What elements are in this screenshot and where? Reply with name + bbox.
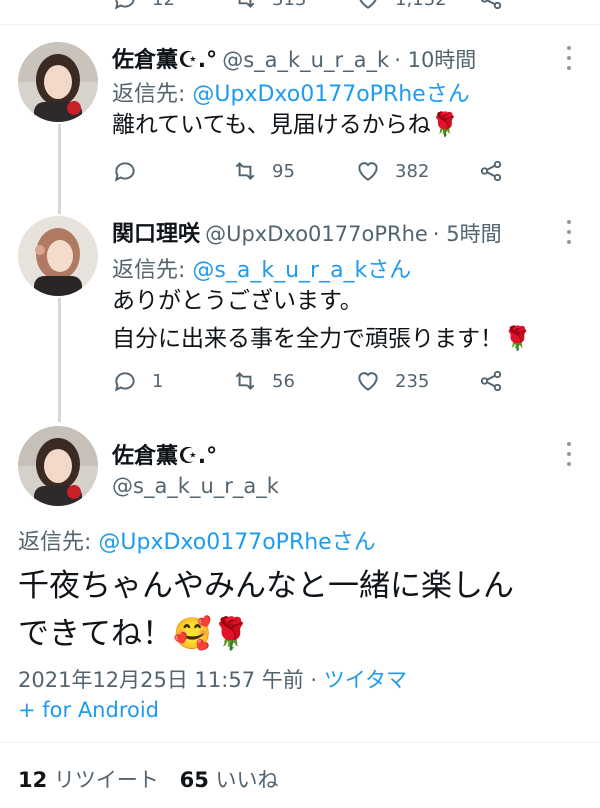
retweet-icon bbox=[235, 162, 255, 180]
share-icon bbox=[480, 160, 502, 182]
reply-to-handle[interactable]: @UpxDxo0177oPRheさん bbox=[98, 530, 375, 555]
retweet-button[interactable]: 56 bbox=[232, 368, 295, 394]
reply-button[interactable]: 1 bbox=[112, 368, 163, 394]
reply-icon bbox=[114, 162, 135, 182]
user-handle[interactable]: @s_a_k_u_r_a_k bbox=[222, 48, 389, 72]
tweet-text-line-1: ありがとうございます。 bbox=[112, 288, 363, 314]
display-name[interactable]: 佐倉薫☪︎.° bbox=[112, 48, 217, 73]
retweet-count: 12 bbox=[18, 768, 48, 792]
timestamp[interactable]: · 5時間 bbox=[433, 222, 502, 246]
retweet-label: リツイート bbox=[47, 768, 159, 792]
like-count: 65 bbox=[179, 768, 209, 792]
like-button[interactable]: 235 bbox=[355, 368, 429, 394]
tweet-timestamp-line: 2021年12月25日 11:57 午前 · ツイタマ bbox=[18, 664, 407, 694]
reply-button[interactable] bbox=[112, 158, 138, 184]
tweet-timestamp[interactable]: 2021年12月25日 11:57 午前 · bbox=[18, 668, 324, 692]
tweet-text-line-2: 自分に出来る事を全力で頑張ります！🌹 bbox=[112, 326, 532, 352]
share-icon bbox=[480, 0, 502, 10]
avatar-image bbox=[18, 216, 98, 296]
like-count: 382 bbox=[395, 160, 430, 182]
retweet-count: 56 bbox=[272, 370, 295, 392]
retweets-stat[interactable]: 12 リツイート bbox=[18, 768, 159, 792]
tweet-text-line-2: できてね！🥰🌹 bbox=[18, 616, 251, 652]
retweet-count: 95 bbox=[272, 160, 295, 182]
reply-icon bbox=[114, 372, 135, 392]
retweet-count: 313 bbox=[272, 0, 306, 10]
thread-connector bbox=[58, 124, 61, 214]
reply-to-prefix: 返信先: bbox=[18, 530, 99, 555]
heart-icon bbox=[358, 372, 378, 391]
timestamp[interactable]: · 10時間 bbox=[394, 48, 476, 72]
display-name[interactable]: 佐倉薫☪︎.° bbox=[112, 438, 217, 470]
share-button[interactable] bbox=[478, 158, 504, 184]
like-label: いいね bbox=[208, 768, 279, 792]
engagement-stats: 12 リツイート 65 いいね bbox=[18, 764, 279, 794]
more-options-icon[interactable] bbox=[566, 46, 572, 70]
avatar[interactable] bbox=[18, 216, 98, 296]
tweet-header: 関口理咲 @UpxDxo0177oPRhe · 5時間 bbox=[112, 216, 502, 248]
source-app-link-continued[interactable]: + for Android bbox=[18, 698, 159, 722]
like-button[interactable]: 382 bbox=[355, 158, 429, 184]
reply-to-line: 返信先: @UpxDxo0177oPRheさん bbox=[18, 524, 376, 556]
reply-button[interactable]: 12 bbox=[112, 0, 175, 12]
share-button[interactable] bbox=[478, 368, 504, 394]
share-icon bbox=[480, 370, 502, 392]
source-app-link[interactable]: ツイタマ bbox=[324, 668, 407, 692]
retweet-icon bbox=[235, 372, 255, 390]
reply-count: 12 bbox=[152, 0, 175, 10]
more-options-icon[interactable] bbox=[566, 442, 572, 466]
tweet-text: 離れていても、見届けるからね🌹 bbox=[112, 112, 460, 138]
heart-icon bbox=[358, 162, 378, 181]
reply-icon bbox=[114, 0, 135, 10]
divider bbox=[0, 742, 600, 743]
heart-icon bbox=[359, 0, 377, 9]
avatar[interactable] bbox=[18, 42, 98, 122]
like-count: 235 bbox=[395, 370, 430, 392]
divider bbox=[0, 24, 600, 25]
tweet-header: 佐倉薫☪︎.° @s_a_k_u_r_a_k · 10時間 bbox=[112, 42, 476, 74]
avatar[interactable] bbox=[18, 426, 98, 506]
share-button[interactable] bbox=[478, 0, 504, 12]
display-name[interactable]: 関口理咲 bbox=[112, 222, 200, 247]
avatar-image bbox=[18, 42, 98, 122]
thread-connector bbox=[58, 298, 61, 422]
retweet-icon bbox=[238, 0, 255, 8]
more-options-icon[interactable] bbox=[566, 220, 572, 244]
user-handle[interactable]: @s_a_k_u_r_a_k bbox=[112, 474, 279, 498]
reply-count: 1 bbox=[152, 370, 164, 392]
tweet-text-line-1: 千夜ちゃんやみんなと一緒に楽しん bbox=[18, 568, 514, 604]
like-button[interactable]: 1,132 bbox=[355, 0, 447, 12]
avatar-image bbox=[18, 426, 98, 506]
like-count: 1,132 bbox=[395, 0, 447, 10]
likes-stat[interactable]: 65 いいね bbox=[180, 768, 279, 792]
retweet-button[interactable]: 313 bbox=[232, 0, 306, 12]
retweet-button[interactable]: 95 bbox=[232, 158, 295, 184]
user-handle[interactable]: @UpxDxo0177oPRhe bbox=[205, 222, 428, 246]
